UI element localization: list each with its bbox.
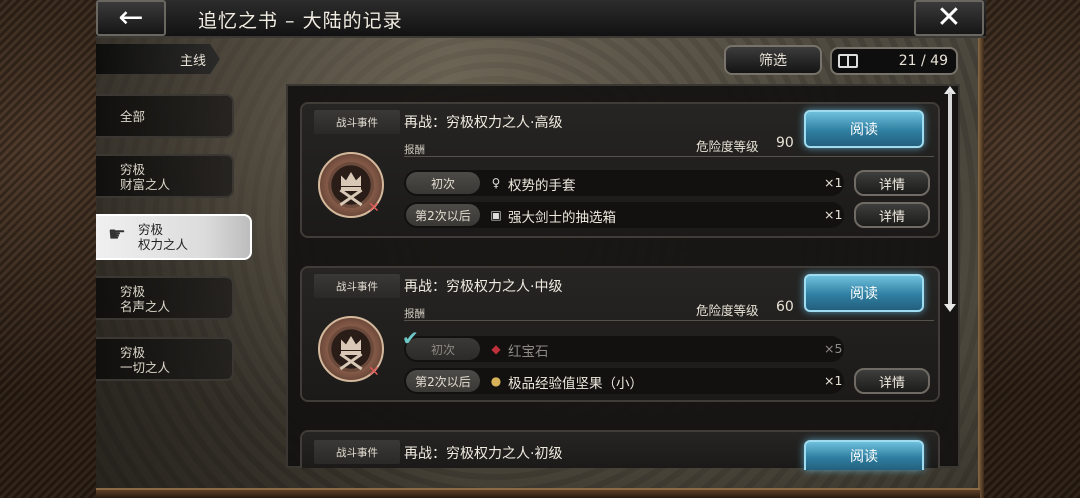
divider: [404, 156, 934, 157]
check-icon: ✔: [402, 326, 419, 350]
danger-label: 危险度等级: [696, 303, 759, 318]
read-button[interactable]: 阅读: [804, 440, 924, 470]
event-type-tag: 战斗事件: [314, 274, 400, 298]
reward-name: 极品经验值坚果（小）: [508, 376, 643, 392]
reward-row: 第2次以后 ▣ 强大剑士的抽选箱 ×1: [404, 202, 844, 228]
reward-name: 强大剑士的抽选箱: [508, 210, 616, 226]
sidebar-item-all[interactable]: 全部: [96, 94, 234, 138]
sidebar-item-sublabel: 名声之人: [120, 299, 171, 314]
book-icon: [838, 54, 858, 68]
sidebar-item-label: 穷极: [120, 284, 146, 299]
scrollbar[interactable]: [944, 86, 956, 312]
page-title: 追忆之书 – 大陆的记录: [198, 10, 403, 32]
reward-label: 报酬: [404, 144, 425, 156]
danger-label: 危险度等级: [696, 139, 759, 154]
reward-label: 报酬: [404, 308, 425, 320]
close-icon: ✕: [936, 0, 962, 35]
chest-icon: ▣: [490, 208, 502, 222]
sidebar-item-label: 穷极: [120, 162, 146, 177]
sidebar-item-wealth[interactable]: 穷极 财富之人: [96, 154, 234, 198]
category-label: 主线: [96, 44, 220, 74]
back-arrow-icon: ←: [118, 0, 144, 35]
danger-value: 90: [776, 135, 794, 151]
reward-when: 初次: [406, 172, 480, 194]
left-frame: [0, 0, 96, 498]
sidebar-item-sublabel: 权力之人: [138, 237, 189, 252]
sidebar-item-sublabel: 财富之人: [120, 177, 171, 192]
event-card: 战斗事件 再战：穷极权力之人·高级 阅读 ✕ 报酬 危险度等级 90 初次 ♀ …: [300, 102, 940, 238]
map-bottom-border: [96, 488, 980, 498]
sidebar-item-sublabel: 一切之人: [120, 360, 171, 375]
sidebar-item-power[interactable]: ☛ 穷极 权力之人: [96, 214, 252, 260]
event-card: 战斗事件 再战：穷极权力之人·中级 阅读 ✕ 报酬 危险度等级 60 初次 ◆ …: [300, 266, 940, 402]
reward-row: 第2次以后 ● 极品经验值坚果（小） ×1: [404, 368, 844, 394]
event-title: 再战：穷极权力之人·初级: [404, 446, 563, 462]
filter-button[interactable]: 筛选: [724, 45, 822, 75]
sidebar-item-fame[interactable]: 穷极 名声之人: [96, 276, 234, 320]
glove-icon: ♀: [491, 176, 501, 190]
sidebar-item-label: 全部: [120, 109, 146, 124]
counter-value: 21 / 49: [898, 53, 948, 69]
reward-row: 初次 ◆ 红宝石 ×5: [404, 336, 844, 362]
reward-qty: ×5: [824, 341, 843, 356]
map-right-border: [978, 38, 984, 498]
sidebar-item-label: 穷极: [138, 222, 164, 237]
reward-when: 第2次以后: [406, 370, 480, 392]
reward-name: 红宝石: [508, 344, 549, 360]
read-button[interactable]: 阅读: [804, 110, 924, 148]
back-button[interactable]: ←: [96, 0, 166, 36]
danger-value: 60: [776, 299, 794, 315]
reward-when: 第2次以后: [406, 204, 480, 226]
detail-button[interactable]: 详情: [854, 368, 930, 394]
detail-button[interactable]: 详情: [854, 202, 930, 228]
event-type-tag: 战斗事件: [314, 110, 400, 134]
reward-qty: ×1: [824, 207, 843, 222]
x-mark-icon: ✕: [368, 364, 380, 380]
pointing-hand-icon: ☛: [108, 222, 126, 246]
reward-qty: ×1: [824, 373, 843, 388]
reward-name: 权势的手套: [508, 178, 576, 194]
nut-icon: ●: [490, 374, 502, 388]
reward-row: 初次 ♀ 权势的手套 ×1: [404, 170, 844, 196]
close-button[interactable]: ✕: [914, 0, 984, 36]
event-type-tag: 战斗事件: [314, 440, 400, 464]
detail-button[interactable]: 详情: [854, 170, 930, 196]
event-card: 战斗事件 再战：穷极权力之人·初级 阅读: [300, 430, 940, 470]
collection-counter: 21 / 49: [830, 47, 958, 75]
read-button[interactable]: 阅读: [804, 274, 924, 312]
ruby-icon: ◆: [491, 342, 501, 356]
reward-qty: ×1: [824, 175, 843, 190]
x-mark-icon: ✕: [368, 200, 380, 216]
divider: [404, 320, 934, 321]
right-frame: [980, 0, 1080, 498]
event-title: 再战：穷极权力之人·中级: [404, 279, 563, 295]
event-title: 再战：穷极权力之人·高级: [404, 115, 563, 131]
sidebar-item-label: 穷极: [120, 345, 146, 360]
sidebar-item-everything[interactable]: 穷极 一切之人: [96, 337, 234, 381]
